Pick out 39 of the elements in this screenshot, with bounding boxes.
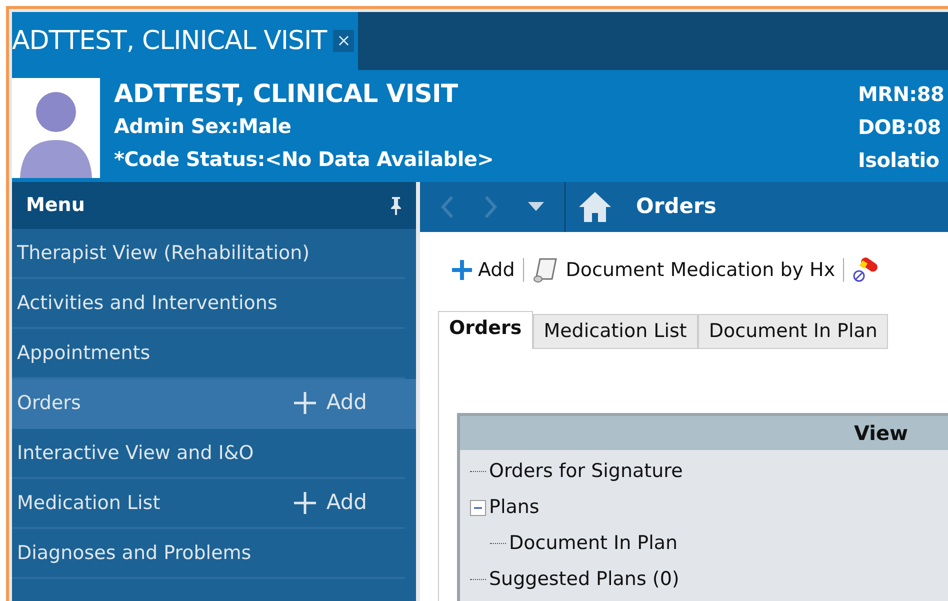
patient-name: ADTTEST, CLINICAL VISIT xyxy=(114,78,459,110)
tree-item[interactable]: Plans xyxy=(489,493,540,522)
patient-info: MRN:88 xyxy=(858,81,946,108)
patient-info: DOB:08 xyxy=(858,114,942,141)
tab[interactable]: Medication List xyxy=(532,314,698,348)
patient-info: *Code Status:<No Data Available> xyxy=(114,146,495,173)
pin-icon[interactable] xyxy=(390,196,402,214)
menu-item[interactable]: Diagnoses and Problems xyxy=(12,529,405,579)
plus-icon xyxy=(294,392,316,414)
add-button[interactable]: Add xyxy=(452,256,515,284)
tree-item[interactable]: Suggested Plans (0) xyxy=(489,565,680,594)
menu-item[interactable]: Orders Add xyxy=(12,379,416,429)
menu-item[interactable]: Activities and Interventions xyxy=(12,279,405,329)
scroll-icon xyxy=(532,257,560,284)
plus-icon xyxy=(452,260,472,280)
toolbar-button[interactable]: Document Medication by Hx xyxy=(532,256,836,284)
menu-item[interactable]: Medication List Add xyxy=(12,479,405,529)
menu-title: Menu xyxy=(26,193,85,218)
menu-item[interactable]: Interactive View and I&O xyxy=(12,429,405,479)
page-title: Orders xyxy=(636,193,716,220)
plus-icon xyxy=(294,492,316,514)
menu-item[interactable]: Therapist View (Rehabilitation) xyxy=(12,229,405,279)
column-header[interactable]: View xyxy=(854,418,908,448)
avatar-icon xyxy=(12,78,100,178)
home-icon[interactable] xyxy=(578,191,612,223)
add-button[interactable]: Add xyxy=(294,487,367,519)
add-button[interactable]: Add xyxy=(294,387,367,419)
pill-icon[interactable] xyxy=(852,257,878,284)
tree-item[interactable]: Orders for Signature xyxy=(489,457,683,486)
tab[interactable]: Document In Plan xyxy=(698,314,888,348)
tab[interactable]: Orders xyxy=(438,310,533,348)
close-button[interactable]: × xyxy=(332,30,354,52)
patient-info: Isolatio xyxy=(858,147,940,174)
dropdown-caret-icon[interactable] xyxy=(528,202,544,212)
patient-info: Admin Sex:Male xyxy=(114,113,292,140)
patient-tab[interactable]: ADTTEST, CLINICAL VISIT × xyxy=(12,12,358,70)
tree-item[interactable]: Document In Plan xyxy=(509,529,678,558)
patient-tab-title: ADTTEST, CLINICAL VISIT xyxy=(12,24,327,58)
collapse-toggle[interactable] xyxy=(470,500,486,516)
